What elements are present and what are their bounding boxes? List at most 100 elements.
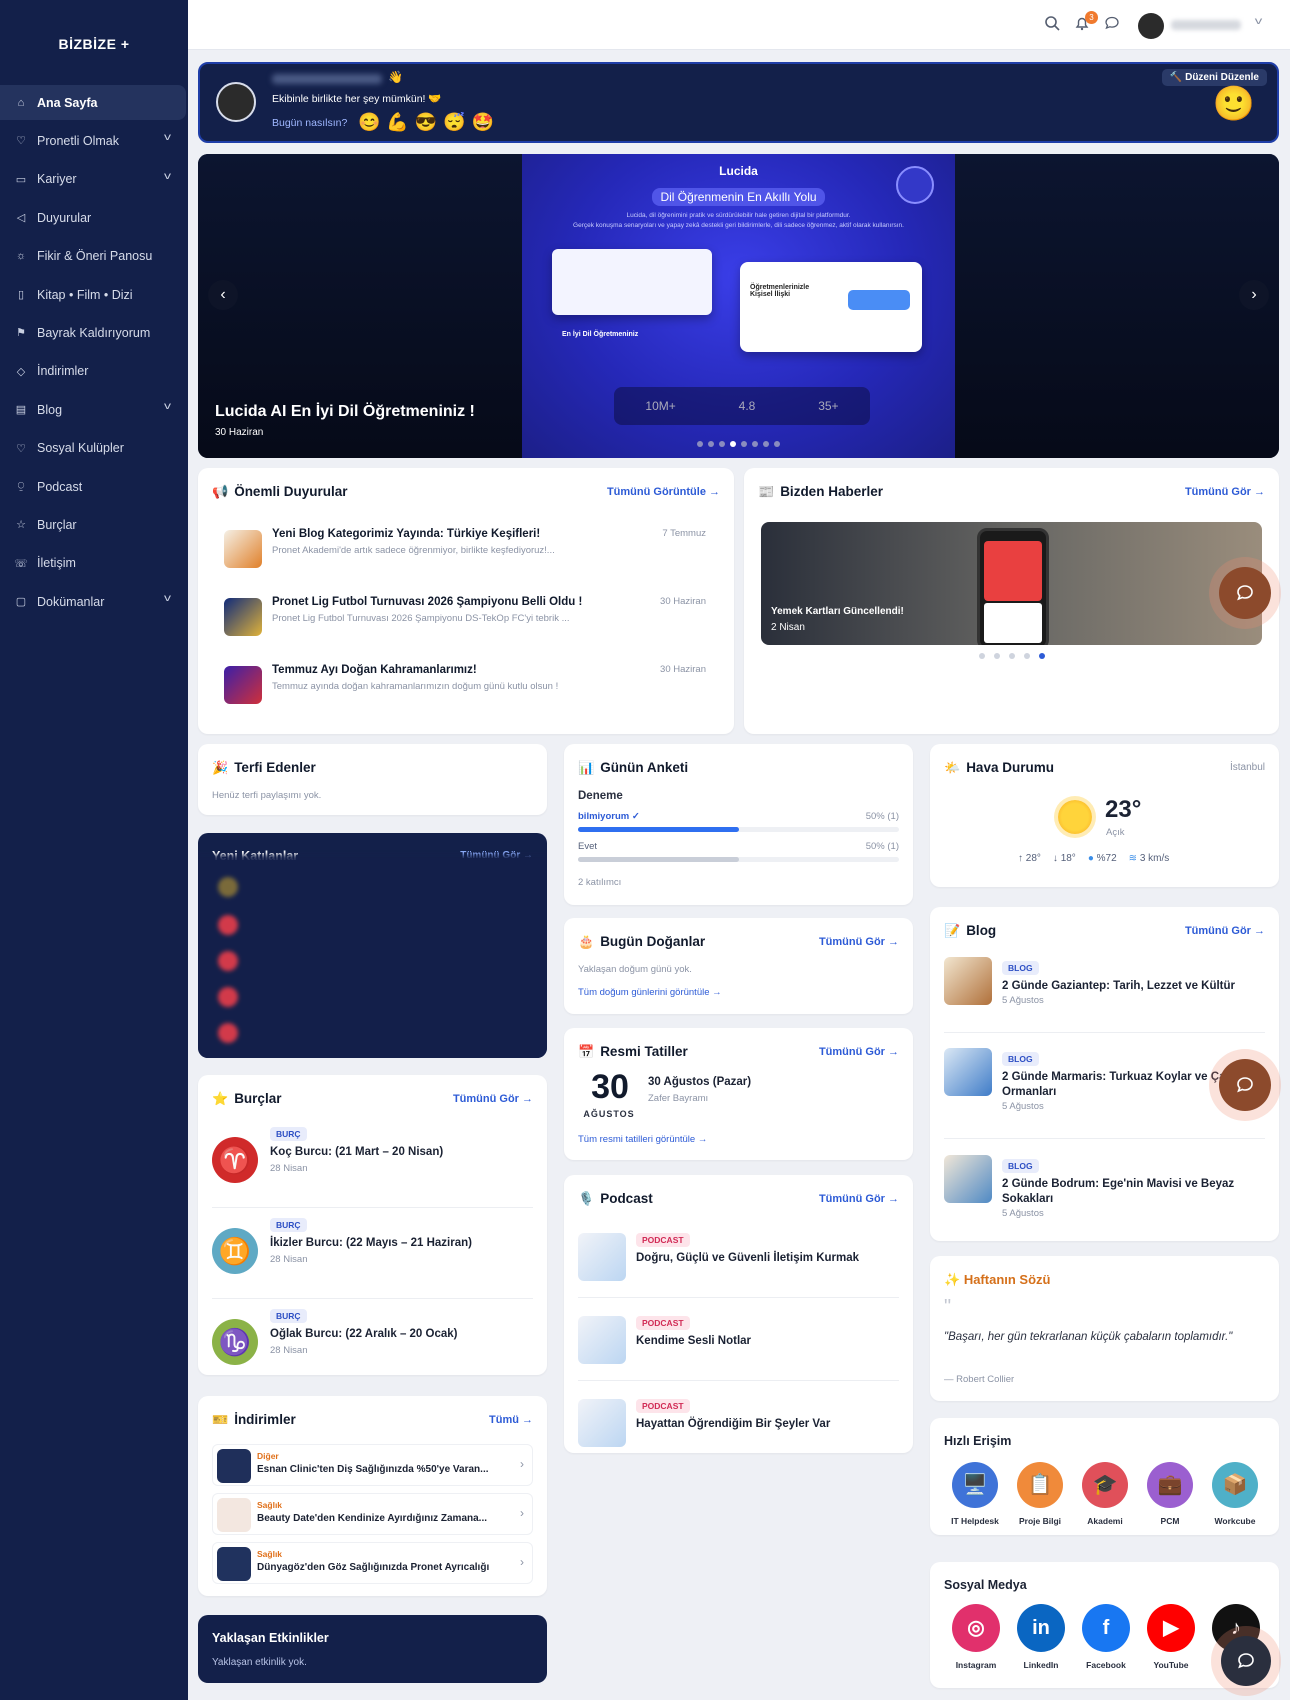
all-holidays-link[interactable]: Tüm resmi tatilleri görüntüle → [578,1134,707,1145]
chevron-down-icon[interactable]: v [164,171,171,182]
carousel-dot[interactable] [730,441,736,447]
zodiac-item-date: 28 Nisan [270,1163,308,1174]
sidebar-item[interactable]: ⍜ Podcast [0,469,186,504]
carousel-dot[interactable] [1038,653,1045,659]
carousel-next-button[interactable]: › [1239,280,1269,310]
social-link[interactable]: ▶ YouTube [1139,1604,1203,1678]
announcement-item[interactable]: Yeni Blog Kategorimiz Yayında: Türkiye K… [198,528,734,580]
sidebar-item[interactable]: ☏ İletişim [0,546,186,581]
mood-option[interactable]: 😴 [443,112,465,133]
quick-access-item[interactable]: 💼 PCM [1139,1462,1203,1532]
sidebar-item[interactable]: ▢ Dokümanlar v [0,584,186,619]
sidebar-item[interactable]: ⚑ Bayrak Kaldırıyorum [0,315,186,350]
podcast-see-all-link[interactable]: Tümünü Gör → [819,1193,899,1205]
carousel-dot[interactable] [719,441,725,447]
carousel-dot[interactable] [697,441,703,447]
blog-thumbnail [944,1048,992,1096]
chevron-down-icon[interactable]: v [1255,16,1263,27]
chat-fab-button[interactable] [1219,567,1271,619]
carousel-prev-button[interactable]: ‹ [208,280,238,310]
carousel-dot[interactable] [993,653,1000,659]
carousel-dot[interactable] [774,441,780,447]
chat-bubble-icon [1238,1653,1254,1669]
discount-item[interactable]: Sağlık Beauty Date'den Kendinize Ayırdığı… [212,1493,533,1535]
quick-access-item[interactable]: 📋 Proje Bilgi [1009,1462,1073,1532]
teacher-cards-image [552,249,712,315]
announcements-see-all-link[interactable]: Tümünü Görüntüle → [607,486,720,498]
sidebar-item[interactable]: ▭ Kariyer v [0,162,186,197]
social-label: Instagram [955,1660,997,1670]
discounts-see-all-link[interactable]: Tümü → [489,1414,533,1426]
carousel-dot[interactable] [1008,653,1015,659]
carousel-dot[interactable] [763,441,769,447]
zodiac-item[interactable]: ♑ BURÇ Oğlak Burcu: (22 Aralık – 20 Ocak) 2… [198,1309,547,1389]
chevron-down-icon[interactable]: v [164,593,171,604]
social-link[interactable]: ◎ Instagram [944,1604,1008,1678]
announcements-title: Önemli Duyurular [234,484,348,499]
poll-participants: 2 katılımcı [578,877,622,888]
user-name-blurred [272,74,382,84]
sidebar-item[interactable]: ☆ Burçlar [0,507,186,542]
podcast-item[interactable]: PODCAST Hayattan Öğrendiğim Bir Şeyler Va… [564,1391,913,1457]
search-icon[interactable] [1042,15,1062,35]
carousel-dot[interactable] [1023,653,1030,659]
chevron-down-icon[interactable]: v [164,401,171,412]
quick-access-item[interactable]: 🖥️ IT Helpdesk [944,1462,1008,1532]
chevron-down-icon[interactable]: v [164,132,171,143]
poll-option[interactable]: Evet 50% (1) [578,841,899,867]
chat-fab-button[interactable] [1221,1636,1271,1686]
hero-title[interactable]: Lucida AI En İyi Dil Öğretmeniniz ! [215,403,475,421]
user-name-blurred[interactable] [1171,20,1241,30]
zodiac-item[interactable]: ♊ BURÇ İkizler Burcu: (22 Mayıs – 21 Hazir… [198,1218,547,1299]
announcement-item[interactable]: Temmuz Ayı Doğan Kahramanlarımız! Temmuz … [198,664,734,716]
events-empty-text: Yaklaşan etkinlik yok. [212,1657,307,1668]
briefcase-icon: 💼 [1147,1462,1193,1508]
blog-item[interactable]: BLOG 2 Günde Bodrum: Ege'nin Mavisi ve Be… [930,1155,1279,1235]
social-link[interactable]: f Facebook [1074,1604,1138,1678]
discount-item[interactable]: Diğer Esnan Clinic'ten Diş Sağlığınızda %… [212,1444,533,1486]
podcast-item[interactable]: PODCAST Doğru, Güçlü ve Güvenli İletişim … [564,1225,913,1298]
poll-option[interactable]: bilmiyorum ✓ 50% (1) [578,811,899,837]
news-slide-image[interactable]: Yemek Kartları Güncellendi! 2 Nisan [761,522,1262,645]
news-see-all-link[interactable]: Tümünü Gör → [1185,486,1265,498]
zodiac-item[interactable]: ♈ BURÇ Koç Burcu: (21 Mart – 20 Nisan) 28 N… [198,1127,547,1208]
carousel-dot[interactable] [708,441,714,447]
sidebar-item[interactable]: ☼ Fikir & Öneri Panosu [0,239,186,274]
podcast-thumbnail [578,1316,626,1364]
message-icon[interactable] [1102,15,1122,35]
quick-access-item[interactable]: 🎓 Akademi [1074,1462,1138,1532]
all-birthdays-link[interactable]: Tüm doğum günlerini görüntüle → [578,987,722,998]
blog-item[interactable]: BLOG 2 Günde Gaziantep: Tarih, Lezzet ve … [930,957,1279,1037]
mood-option[interactable]: 😎 [415,112,437,133]
sidebar-item[interactable]: ▤ Blog v [0,392,186,427]
hero-pagination [522,441,955,447]
discount-item[interactable]: Sağlık Dünyagöz'den Göz Sağlığınızda Pron… [212,1542,533,1584]
sidebar-item[interactable]: ♡ Pronetli Olmak v [0,123,186,158]
hero-slide-image[interactable]: Lucida Dil Öğrenmenin En Akıllı Yolu Luc… [522,154,955,458]
holidays-see-all-link[interactable]: Tümünü Gör → [819,1046,899,1058]
sidebar-item[interactable]: ◁ Duyurular [0,200,186,235]
carousel-dot[interactable] [978,653,985,659]
announcement-excerpt: Pronet Lig Futbol Turnuvası 2026 Şampiyo… [272,613,570,624]
sidebar-item[interactable]: ♡ Sosyal Kulüpler [0,431,186,466]
sidebar-item[interactable]: ⌂ Ana Sayfa [0,85,186,120]
blog-see-all-link[interactable]: Tümünü Gör → [1185,925,1265,937]
user-avatar[interactable] [1138,13,1164,39]
sidebar-item[interactable]: ▯ Kitap • Film • Dizi [0,277,186,312]
sidebar-item[interactable]: ◇ İndirimler [0,354,186,389]
carousel-dot[interactable] [752,441,758,447]
chat-fab-button[interactable] [1219,1059,1271,1111]
app-logo[interactable]: BİZBİZE + [0,36,188,52]
carousel-dot[interactable] [741,441,747,447]
announcement-item[interactable]: Pronet Lig Futbol Turnuvası 2026 Şampiyo… [198,596,734,648]
birthdays-see-all-link[interactable]: Tümünü Gör → [819,936,899,948]
zodiac-see-all-link[interactable]: Tümünü Gör → [453,1093,533,1105]
mood-option[interactable]: 😊 [358,112,380,133]
quick-access-item[interactable]: 📦 Workcube [1204,1462,1268,1532]
social-link[interactable]: in LinkedIn [1009,1604,1073,1678]
notification-bell-icon[interactable]: 3 [1072,11,1098,35]
podcast-item[interactable]: PODCAST Kendime Sesli Notlar [564,1308,913,1381]
hero-stat: 10M+ [645,399,676,413]
mood-option[interactable]: 💪 [386,112,408,133]
mood-option[interactable]: 🤩 [472,112,494,133]
